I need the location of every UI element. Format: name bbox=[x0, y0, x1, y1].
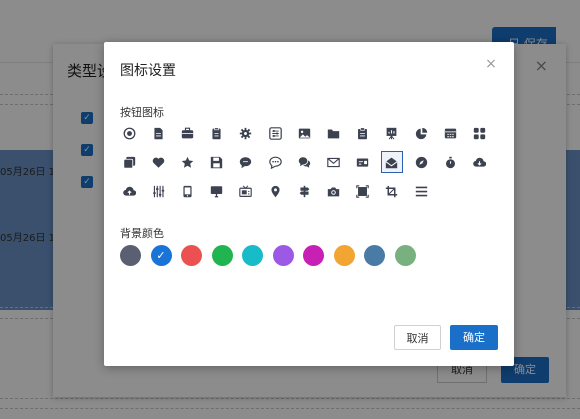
file-icon-glyph bbox=[154, 127, 163, 139]
stopwatch-icon[interactable] bbox=[439, 151, 461, 173]
file-icon[interactable] bbox=[147, 122, 169, 144]
star-icon[interactable] bbox=[176, 151, 198, 173]
color-swatch-blue[interactable]: ✓ bbox=[150, 245, 172, 266]
calculator-icon-glyph bbox=[444, 128, 456, 138]
mobile-icon-glyph bbox=[183, 185, 192, 197]
clipboard-copy-icon-glyph bbox=[212, 126, 221, 139]
tv-icon-glyph bbox=[239, 184, 253, 197]
color-swatch-orange[interactable] bbox=[333, 245, 355, 266]
equalizer-icon-glyph bbox=[152, 185, 164, 197]
color-swatch-magenta[interactable] bbox=[303, 245, 324, 266]
clipboard-icon-glyph bbox=[358, 126, 368, 139]
color-swatch-green[interactable] bbox=[211, 245, 233, 266]
calculator-icon[interactable] bbox=[439, 122, 461, 144]
camera-icon[interactable] bbox=[322, 180, 344, 202]
color-swatch-steel-blue[interactable] bbox=[364, 245, 385, 266]
floppy-icon[interactable] bbox=[206, 151, 228, 173]
grid-icon[interactable] bbox=[468, 122, 490, 144]
presentation-icon[interactable] bbox=[381, 122, 403, 144]
envelope-open-icon-glyph bbox=[385, 157, 398, 168]
star-icon-glyph bbox=[181, 156, 194, 168]
color-swatch-sage[interactable] bbox=[394, 245, 416, 266]
clipboard-copy-icon[interactable] bbox=[206, 122, 228, 144]
ok-button[interactable]: 确定 bbox=[450, 325, 498, 350]
copy-icon-glyph bbox=[122, 156, 135, 169]
equalizer-icon[interactable] bbox=[147, 180, 169, 202]
speech-bubble-icon-glyph bbox=[240, 156, 252, 168]
envelope-icon-glyph bbox=[327, 157, 340, 167]
comment-dots-icon-glyph bbox=[268, 156, 282, 169]
desktop-icon[interactable] bbox=[206, 180, 228, 202]
expand-icon[interactable] bbox=[352, 180, 374, 202]
pie-chart-icon[interactable] bbox=[410, 122, 432, 144]
floppy-icon-glyph bbox=[210, 156, 223, 168]
cancel-button[interactable]: 取消 bbox=[394, 325, 441, 350]
folder-icon-glyph bbox=[327, 128, 340, 138]
compass-icon[interactable] bbox=[410, 151, 432, 173]
close-icon[interactable]: × bbox=[484, 57, 498, 71]
pie-chart-icon-glyph bbox=[415, 127, 427, 139]
menu-icon[interactable] bbox=[410, 180, 432, 202]
button-icon-label: 按钮图标 bbox=[120, 106, 164, 119]
record-icon[interactable] bbox=[118, 122, 140, 144]
briefcase-icon[interactable] bbox=[176, 122, 198, 144]
stopwatch-icon-glyph bbox=[445, 156, 455, 168]
briefcase-icon-glyph bbox=[181, 127, 194, 138]
copy-icon[interactable] bbox=[118, 151, 140, 173]
color-swatch-cyan[interactable] bbox=[242, 245, 263, 266]
cloud-download-icon[interactable] bbox=[468, 151, 490, 173]
menu-icon-glyph bbox=[415, 186, 427, 196]
map-pin-icon-glyph bbox=[270, 185, 280, 197]
record-icon-glyph bbox=[123, 127, 135, 139]
id-card-icon-glyph bbox=[356, 157, 369, 167]
color-swatch-red[interactable] bbox=[181, 245, 202, 266]
gear-icon-glyph bbox=[240, 127, 252, 139]
speech-bubble-icon[interactable] bbox=[235, 151, 257, 173]
image-icon-glyph bbox=[298, 128, 310, 138]
check-icon: ✓ bbox=[156, 249, 166, 262]
grid-icon-glyph bbox=[473, 127, 486, 139]
image-icon[interactable] bbox=[293, 122, 315, 144]
folder-icon[interactable] bbox=[322, 122, 344, 144]
cloud-upload-icon-glyph bbox=[122, 186, 136, 196]
cloud-upload-icon[interactable] bbox=[118, 180, 140, 202]
comment-dots-icon[interactable] bbox=[264, 151, 286, 173]
dialog-title: 图标设置 bbox=[120, 63, 176, 79]
color-swatch-purple[interactable] bbox=[272, 245, 294, 266]
envelope-open-icon[interactable] bbox=[380, 151, 403, 173]
desktop-icon-glyph bbox=[210, 185, 223, 197]
color-swatch-slate[interactable] bbox=[120, 245, 141, 266]
comments-icon[interactable] bbox=[293, 151, 315, 173]
cloud-download-icon-glyph bbox=[473, 157, 486, 167]
gear-icon[interactable] bbox=[235, 122, 257, 144]
clipboard-icon[interactable] bbox=[352, 122, 374, 144]
map-pin-icon[interactable] bbox=[264, 180, 286, 202]
envelope-icon[interactable] bbox=[322, 151, 344, 173]
expand-icon-glyph bbox=[356, 184, 369, 198]
sliders-icon-glyph bbox=[268, 126, 282, 140]
camera-icon-glyph bbox=[327, 186, 340, 196]
mobile-icon[interactable] bbox=[176, 180, 198, 202]
comments-icon-glyph bbox=[298, 156, 310, 168]
heart-icon[interactable] bbox=[147, 151, 169, 173]
signpost-icon[interactable] bbox=[293, 180, 315, 202]
presentation-icon-glyph bbox=[386, 127, 397, 139]
id-card-icon[interactable] bbox=[352, 151, 374, 173]
crop-icon-glyph bbox=[386, 185, 398, 197]
icon-settings-dialog: 图标设置 × 按钮图标 背景颜色 ✓ 取消 确定 bbox=[104, 42, 514, 366]
tv-icon[interactable] bbox=[235, 180, 257, 202]
background-color-label: 背景颜色 bbox=[120, 227, 164, 240]
crop-icon[interactable] bbox=[381, 180, 403, 202]
heart-icon-glyph bbox=[152, 157, 164, 168]
signpost-icon-glyph bbox=[299, 185, 310, 197]
sliders-icon[interactable] bbox=[264, 122, 286, 144]
compass-icon-glyph bbox=[415, 156, 427, 168]
